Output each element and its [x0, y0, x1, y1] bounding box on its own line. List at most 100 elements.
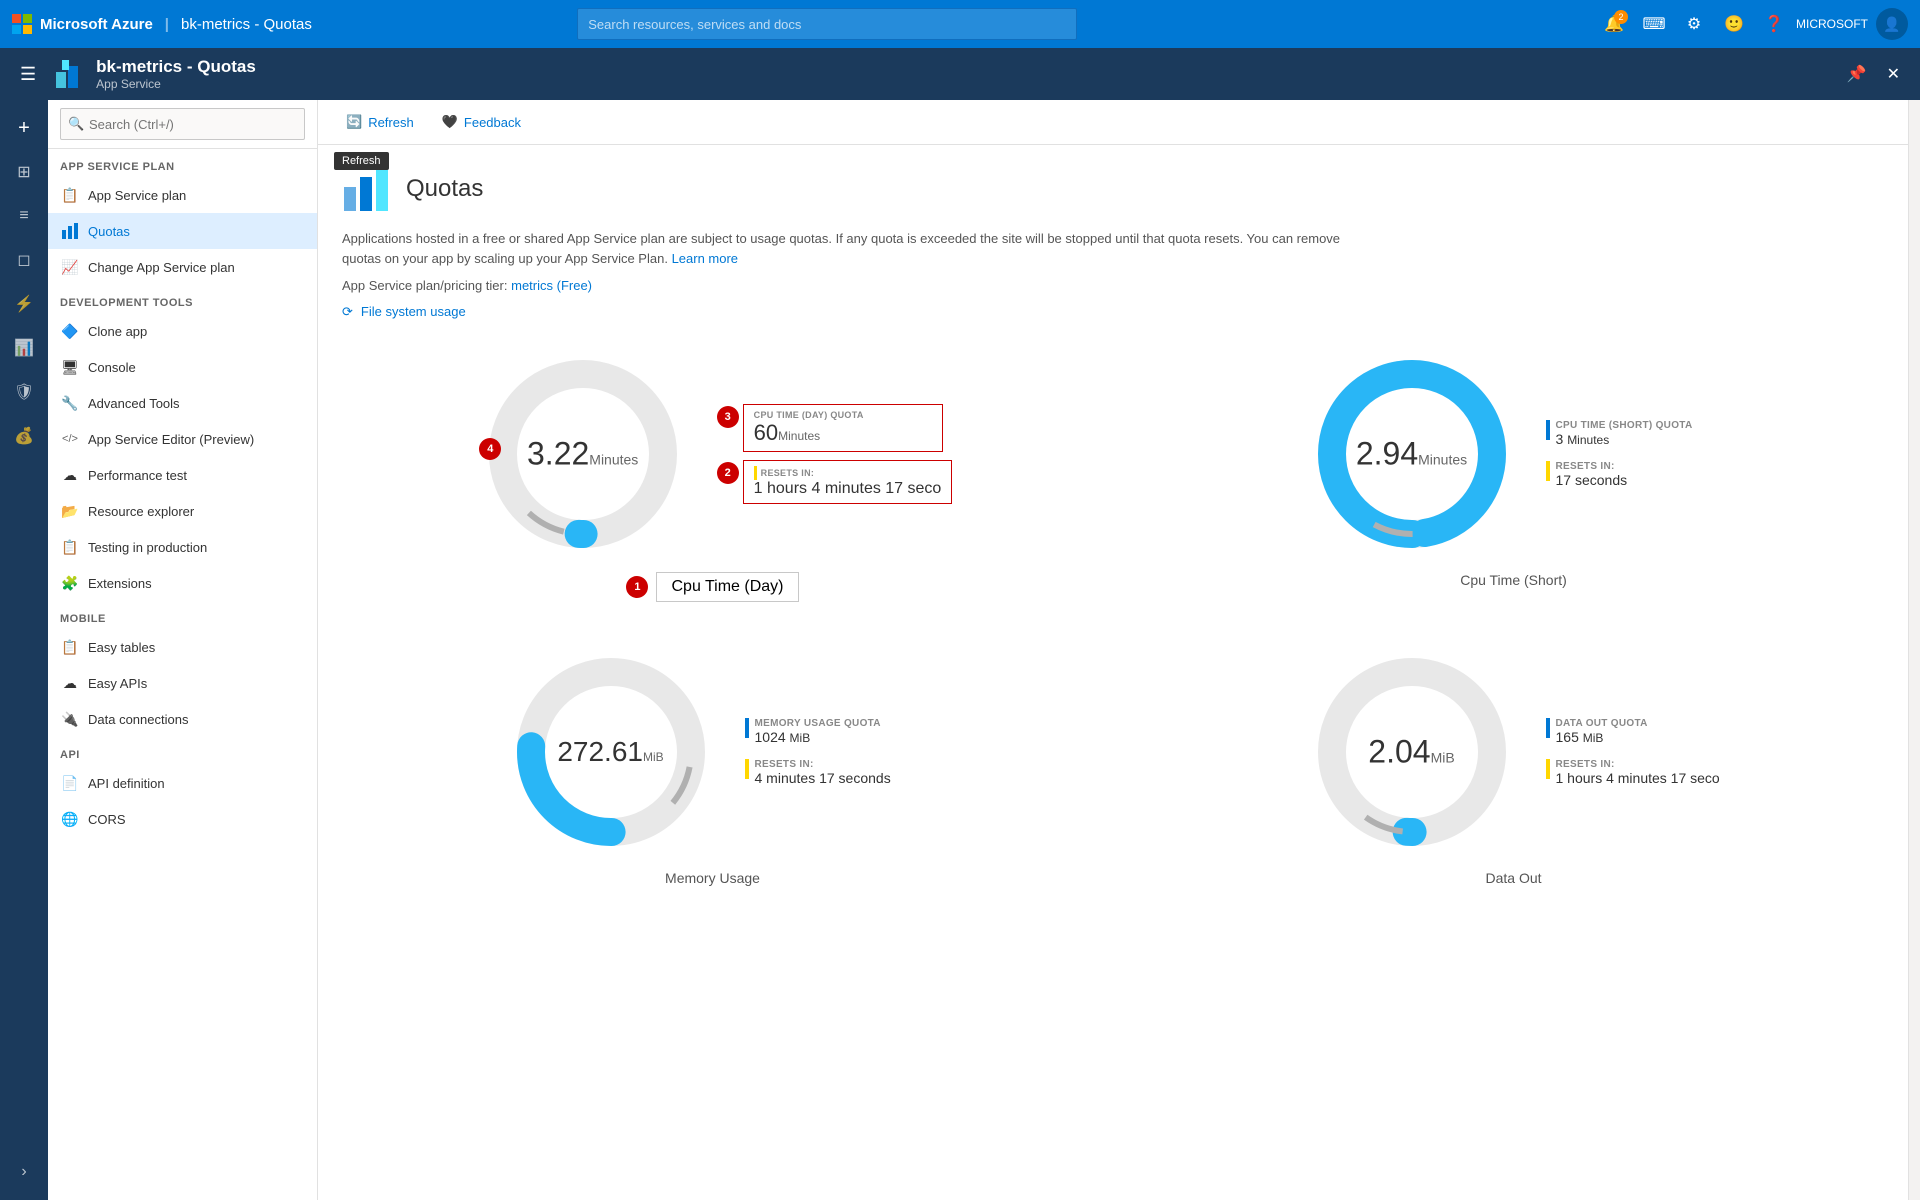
feedback-button[interactable]: 🖤 Feedback — [430, 108, 533, 136]
cpu-day-label-box: Cpu Time (Day) — [656, 572, 798, 602]
data-connections-icon: 🔌 — [60, 709, 80, 729]
dashboard-icon[interactable]: ⊞ — [4, 152, 44, 192]
sidebar-item-cors[interactable]: 🌐 CORS — [48, 801, 317, 837]
app-type: App Service — [96, 77, 256, 91]
sidebar-item-label: Easy APIs — [88, 676, 147, 691]
sidebar-item-label: CORS — [88, 812, 126, 827]
plan-info: App Service plan/pricing tier: metrics (… — [342, 276, 1342, 296]
data-out-resets-value: 1 hours 4 minutes 17 seco — [1556, 770, 1720, 786]
sidebar-item-clone-app[interactable]: 🔷 Clone app — [48, 313, 317, 349]
data-out-label: Data Out — [1485, 870, 1541, 886]
advanced-tools-icon: 🔧 — [60, 393, 80, 413]
cpu-day-donut: 3.22Minutes — [473, 344, 693, 564]
sidebar-item-easy-tables[interactable]: 📋 Easy tables — [48, 629, 317, 665]
resource-groups-icon[interactable]: ◻ — [4, 240, 44, 280]
performance-test-icon: ☁ — [60, 465, 80, 485]
pin-icon[interactable]: 📌 — [1839, 56, 1875, 92]
sidebar-item-label: Advanced Tools — [88, 396, 180, 411]
resource-path: bk-metrics - Quotas — [181, 16, 312, 33]
security-icon[interactable]: 🛡 — [4, 372, 44, 412]
brand: Microsoft Azure | bk-metrics - Quotas — [12, 14, 312, 34]
cpu-short-label: Cpu Time (Short) — [1460, 572, 1567, 588]
page-header: Quotas — [342, 165, 1884, 213]
file-system-link[interactable]: ⟳ File system usage — [342, 304, 1884, 320]
quota-bar-indicator — [1546, 420, 1550, 440]
sidebar-search[interactable]: 🔍 — [48, 100, 317, 149]
app-icon — [52, 56, 88, 92]
expand-icon[interactable]: › — [4, 1152, 44, 1192]
notification-button[interactable]: 🔔 2 — [1596, 6, 1632, 42]
cpu-short-quota-value: 3 Minutes — [1556, 431, 1693, 447]
refresh-button[interactable]: 🔄 Refresh — [334, 108, 426, 136]
lightning-icon[interactable]: ⚡ — [4, 284, 44, 324]
toolbar: 🔄 Refresh 🖤 Feedback Refresh — [318, 100, 1908, 145]
sidebar-item-editor[interactable]: </> App Service Editor (Preview) — [48, 421, 317, 457]
sidebar-item-performance-test[interactable]: ☁ Performance test — [48, 457, 317, 493]
app-title: bk-metrics - Quotas App Service — [96, 57, 256, 91]
cloud-shell-button[interactable]: ⌨ — [1636, 6, 1672, 42]
memory-quota-label: MEMORY USAGE QUOTA — [755, 718, 881, 729]
sidebar-item-quotas[interactable]: Quotas — [48, 213, 317, 249]
cpu-short-quota-label: CPU TIME (SHORT) QUOTA — [1556, 420, 1693, 431]
plan-link[interactable]: metrics (Free) — [511, 278, 592, 293]
gauge-cpu-short: 2.94Minutes CPU TIME (SHORT) QUOTA 3 Min… — [1143, 344, 1884, 602]
memory-label: Memory Usage — [665, 870, 760, 886]
sidebar-item-easy-apis[interactable]: ☁ Easy APIs — [48, 665, 317, 701]
data-out-donut: 2.04MiB — [1302, 642, 1522, 862]
search-input[interactable] — [577, 8, 1077, 40]
resource-explorer-icon: 📂 — [60, 501, 80, 521]
search-bar[interactable] — [577, 8, 1077, 40]
settings-button[interactable]: ⚙ — [1676, 6, 1712, 42]
learn-more-link[interactable]: Learn more — [672, 251, 738, 266]
file-system-icon: ⟳ — [342, 304, 353, 320]
right-scrollbar[interactable] — [1908, 100, 1920, 1200]
file-system-label: File system usage — [361, 304, 466, 319]
gauge-memory: 272.61MiB MEMORY USAGE QUOTA 1024 MiB — [342, 642, 1083, 886]
cost-icon[interactable]: 💰 — [4, 416, 44, 456]
badge-1: 1 — [626, 576, 648, 598]
data-out-resets-label: RESETS IN: — [1556, 759, 1720, 770]
sidebar-item-advanced-tools[interactable]: 🔧 Advanced Tools — [48, 385, 317, 421]
brand-name: Microsoft Azure — [40, 16, 153, 33]
sidebar-item-testing[interactable]: 📋 Testing in production — [48, 529, 317, 565]
resets-value: 1 hours 4 minutes 17 seco — [754, 480, 942, 498]
feedback-icon: 🖤 — [442, 114, 458, 130]
new-resource-button[interactable]: + — [4, 108, 44, 148]
resets-label: RESETS IN: — [754, 466, 942, 480]
feedback-label: Feedback — [464, 115, 521, 130]
sidebar-section-app-service-plan: APP SERVICE PLAN — [48, 149, 317, 177]
hamburger-menu[interactable]: ☰ — [12, 56, 44, 93]
smiley-button[interactable]: 🙂 — [1716, 6, 1752, 42]
top-nav: Microsoft Azure | bk-metrics - Quotas 🔔 … — [0, 0, 1920, 48]
cpu-short-resets-label: RESETS IN: — [1556, 461, 1628, 472]
easy-apis-icon: ☁ — [60, 673, 80, 693]
resets-bar-indicator — [1546, 461, 1550, 481]
avatar: 👤 — [1876, 8, 1908, 40]
content-area: 🔄 Refresh 🖤 Feedback Refresh Q — [318, 100, 1908, 1200]
page-description: Applications hosted in a free or shared … — [342, 229, 1342, 268]
data-out-quota-value: 165 MiB — [1556, 729, 1648, 745]
cpu-day-resets-box: RESETS IN: 1 hours 4 minutes 17 seco — [743, 460, 953, 504]
sidebar-item-label: Testing in production — [88, 540, 207, 555]
sidebar-item-label: API definition — [88, 776, 165, 791]
sidebar-item-app-service-plan[interactable]: 📋 App Service plan — [48, 177, 317, 213]
page-title: Quotas — [406, 175, 483, 203]
sidebar-item-console[interactable]: 🖥 Console — [48, 349, 317, 385]
cpu-short-resets-value: 17 seconds — [1556, 472, 1628, 488]
sidebar-item-api-definition[interactable]: 📄 API definition — [48, 765, 317, 801]
user-menu[interactable]: MICROSOFT 👤 — [1796, 8, 1908, 40]
sidebar-item-data-connections[interactable]: 🔌 Data connections — [48, 701, 317, 737]
page-content: Quotas Applications hosted in a free or … — [318, 145, 1908, 1200]
sidebar-item-change-plan[interactable]: 📈 Change App Service plan — [48, 249, 317, 285]
sidebar-item-extensions[interactable]: 🧩 Extensions — [48, 565, 317, 601]
monitor-icon[interactable]: 📊 — [4, 328, 44, 368]
help-button[interactable]: ❓ — [1756, 6, 1792, 42]
sidebar-search-input[interactable] — [60, 108, 305, 140]
refresh-tooltip: Refresh — [334, 152, 389, 170]
close-icon[interactable]: ✕ — [1879, 56, 1908, 92]
cpu-day-label: Cpu Time (Day) — [671, 578, 783, 595]
memory-info: MEMORY USAGE QUOTA 1024 MiB RESETS IN: — [745, 718, 925, 786]
all-resources-icon[interactable]: ≡ — [4, 196, 44, 236]
sidebar-section-mobile: MOBILE — [48, 601, 317, 629]
sidebar-item-resource-explorer[interactable]: 📂 Resource explorer — [48, 493, 317, 529]
